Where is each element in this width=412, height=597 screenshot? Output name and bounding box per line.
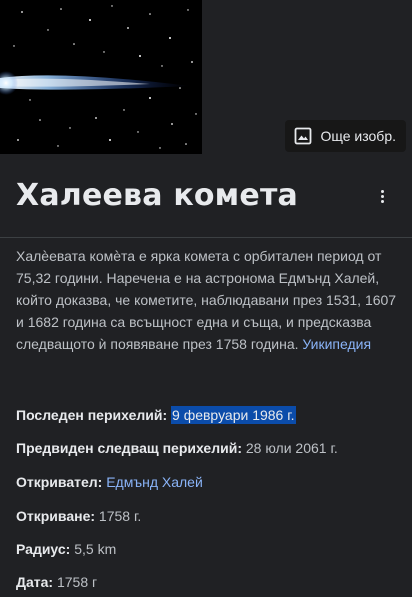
more-vert-icon[interactable]: [374, 182, 390, 210]
entity-title: Халеева комета: [16, 178, 298, 213]
fact-value: 1758 г.: [98, 508, 142, 524]
fact-label: Откривател:: [16, 474, 103, 490]
fact-value: 9 февруари 1986 г.: [171, 406, 296, 424]
fact-label: Дата:: [16, 574, 54, 590]
discoverer-link[interactable]: Едмънд Халей: [106, 474, 203, 490]
fact-label: Предвиден следващ перихелий:: [16, 440, 242, 456]
fact-value: 5,5 km: [74, 541, 117, 557]
comet-image[interactable]: [0, 0, 202, 154]
fact-next-perihelion: Предвиден следващ перихелий: 28 юли 2061…: [16, 437, 406, 459]
fact-label: Радиус:: [16, 541, 71, 557]
fact-value: 28 юли 2061 г.: [245, 440, 338, 456]
fact-discovery: Откриване: 1758 г.: [16, 505, 406, 527]
more-images-label: Още изобр.: [320, 128, 397, 144]
fact-discoverer: Откривател: Едмънд Халей: [16, 471, 406, 493]
fact-last-perihelion: Последен перихелий: 9 февруари 1986 г.: [16, 404, 406, 426]
facts-list: Последен перихелий: 9 февруари 1986 г. П…: [16, 404, 406, 593]
hero-section: Още изобр.: [0, 0, 412, 154]
more-images-button[interactable]: Още изобр.: [284, 120, 406, 152]
wikipedia-link[interactable]: Уикипедия: [302, 336, 371, 352]
fact-label: Последен перихелий:: [16, 407, 168, 423]
fact-value: 1758 г: [56, 574, 98, 590]
fact-label: Откриване:: [16, 508, 96, 524]
title-row: Халеева комета: [0, 154, 412, 238]
entity-description: Халѐевата комѐта е ярка комета с орбитал…: [16, 245, 398, 355]
image-icon: [293, 126, 313, 146]
fact-date: Дата: 1758 г: [16, 571, 406, 593]
fact-radius: Радиус: 5,5 km: [16, 538, 406, 560]
